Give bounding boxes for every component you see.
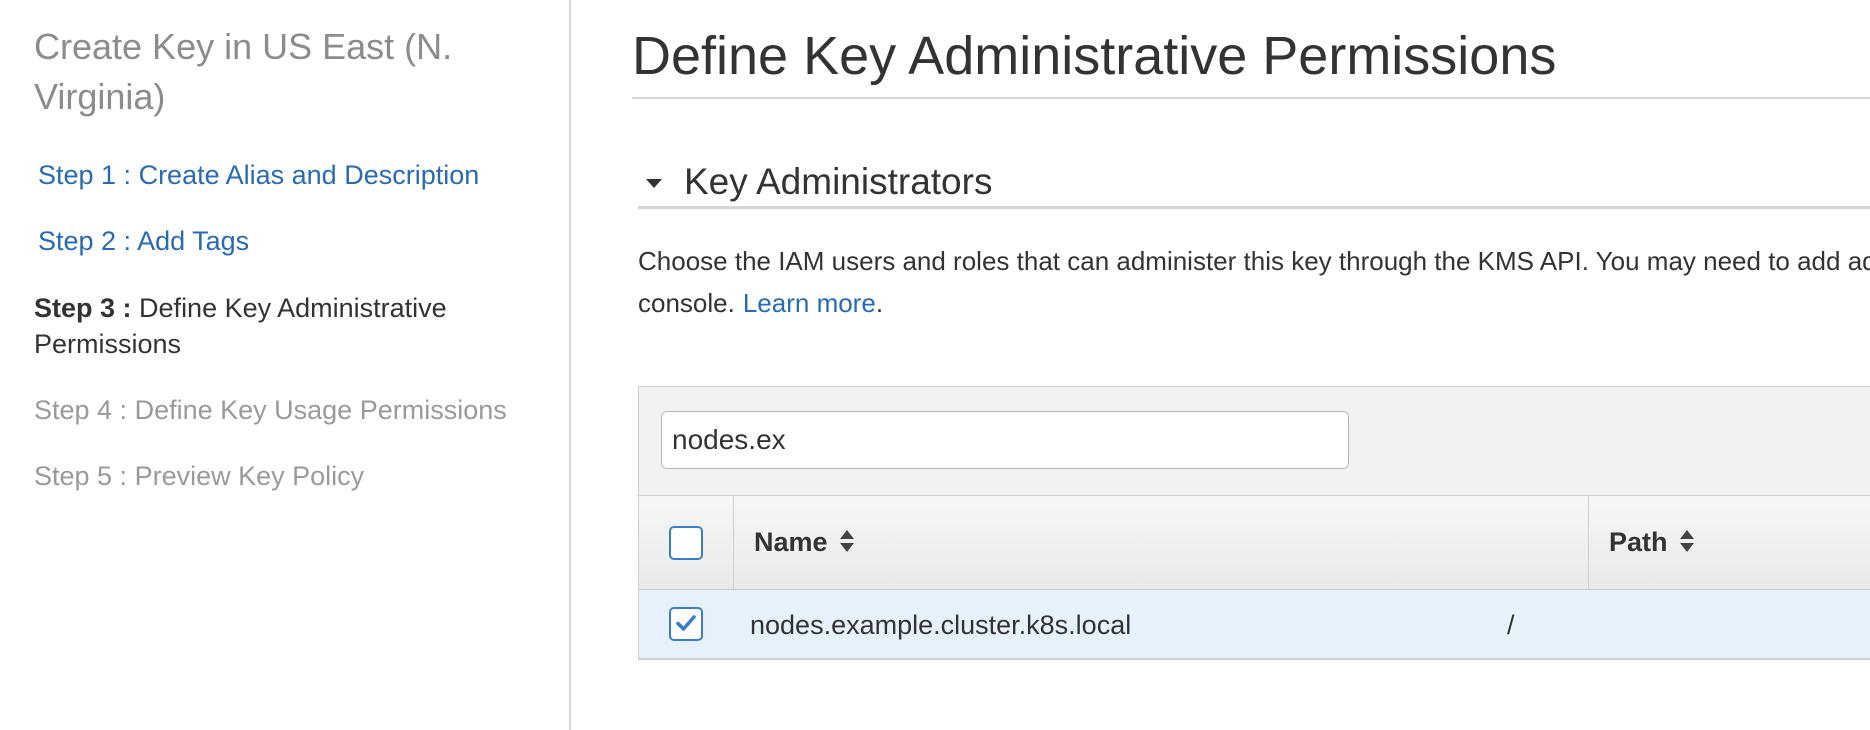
table-row[interactable]: nodes.example.cluster.k8s.local / (639, 590, 1870, 659)
sort-icon (1679, 529, 1694, 552)
learn-more-link[interactable]: Learn more (743, 288, 876, 318)
title-divider (632, 97, 1870, 99)
select-all-cell (639, 496, 734, 589)
page-title: Define Key Administrative Permissions (632, 26, 1557, 86)
checkmark-icon (676, 615, 696, 631)
description-text-end: console. (638, 288, 735, 318)
name-column-header[interactable]: Name (734, 496, 1589, 589)
sort-icon (839, 529, 854, 552)
select-all-checkbox[interactable] (669, 526, 703, 560)
step-2-link[interactable]: Step 2 : Add Tags (38, 223, 249, 259)
step-4-disabled: Step 4 : Define Key Usage Permissions (34, 395, 507, 425)
name-header-label: Name (754, 526, 854, 558)
step-3-current: Step 3 : Define Key Administrative Permi… (34, 290, 534, 362)
path-header-label: Path (1609, 526, 1694, 558)
key-administrators-section-toggle[interactable]: Key Administrators (638, 158, 1870, 206)
path-header-text: Path (1609, 527, 1668, 557)
step-3-number: Step 3 : (34, 293, 132, 323)
table-header: Name Path (639, 496, 1870, 590)
key-administrators-table: Name Path nodes.example.cluster.k8s.loca… (638, 386, 1870, 660)
path-column-header[interactable]: Path (1589, 496, 1870, 589)
description-period: . (875, 288, 884, 318)
filter-input[interactable] (661, 411, 1349, 469)
description-text: Choose the IAM users and roles that can … (638, 246, 1870, 276)
section-title: Key Administrators (684, 161, 993, 202)
wizard-sidebar: Create Key in US East (N. Virginia) Step… (0, 0, 571, 730)
sidebar-title: Create Key in US East (N. Virginia) (34, 26, 453, 117)
section-divider (638, 206, 1870, 209)
row-checkbox-checked[interactable] (669, 607, 703, 641)
section-description: Choose the IAM users and roles that can … (638, 240, 1870, 324)
step-1-link[interactable]: Step 1 : Create Alias and Description (38, 157, 479, 193)
row-path: / (1507, 610, 1515, 640)
caret-down-icon (646, 179, 662, 188)
row-name: nodes.example.cluster.k8s.local (750, 610, 1132, 640)
step-5-disabled: Step 5 : Preview Key Policy (34, 461, 365, 491)
name-header-text: Name (754, 527, 828, 557)
table-toolbar (639, 387, 1870, 496)
